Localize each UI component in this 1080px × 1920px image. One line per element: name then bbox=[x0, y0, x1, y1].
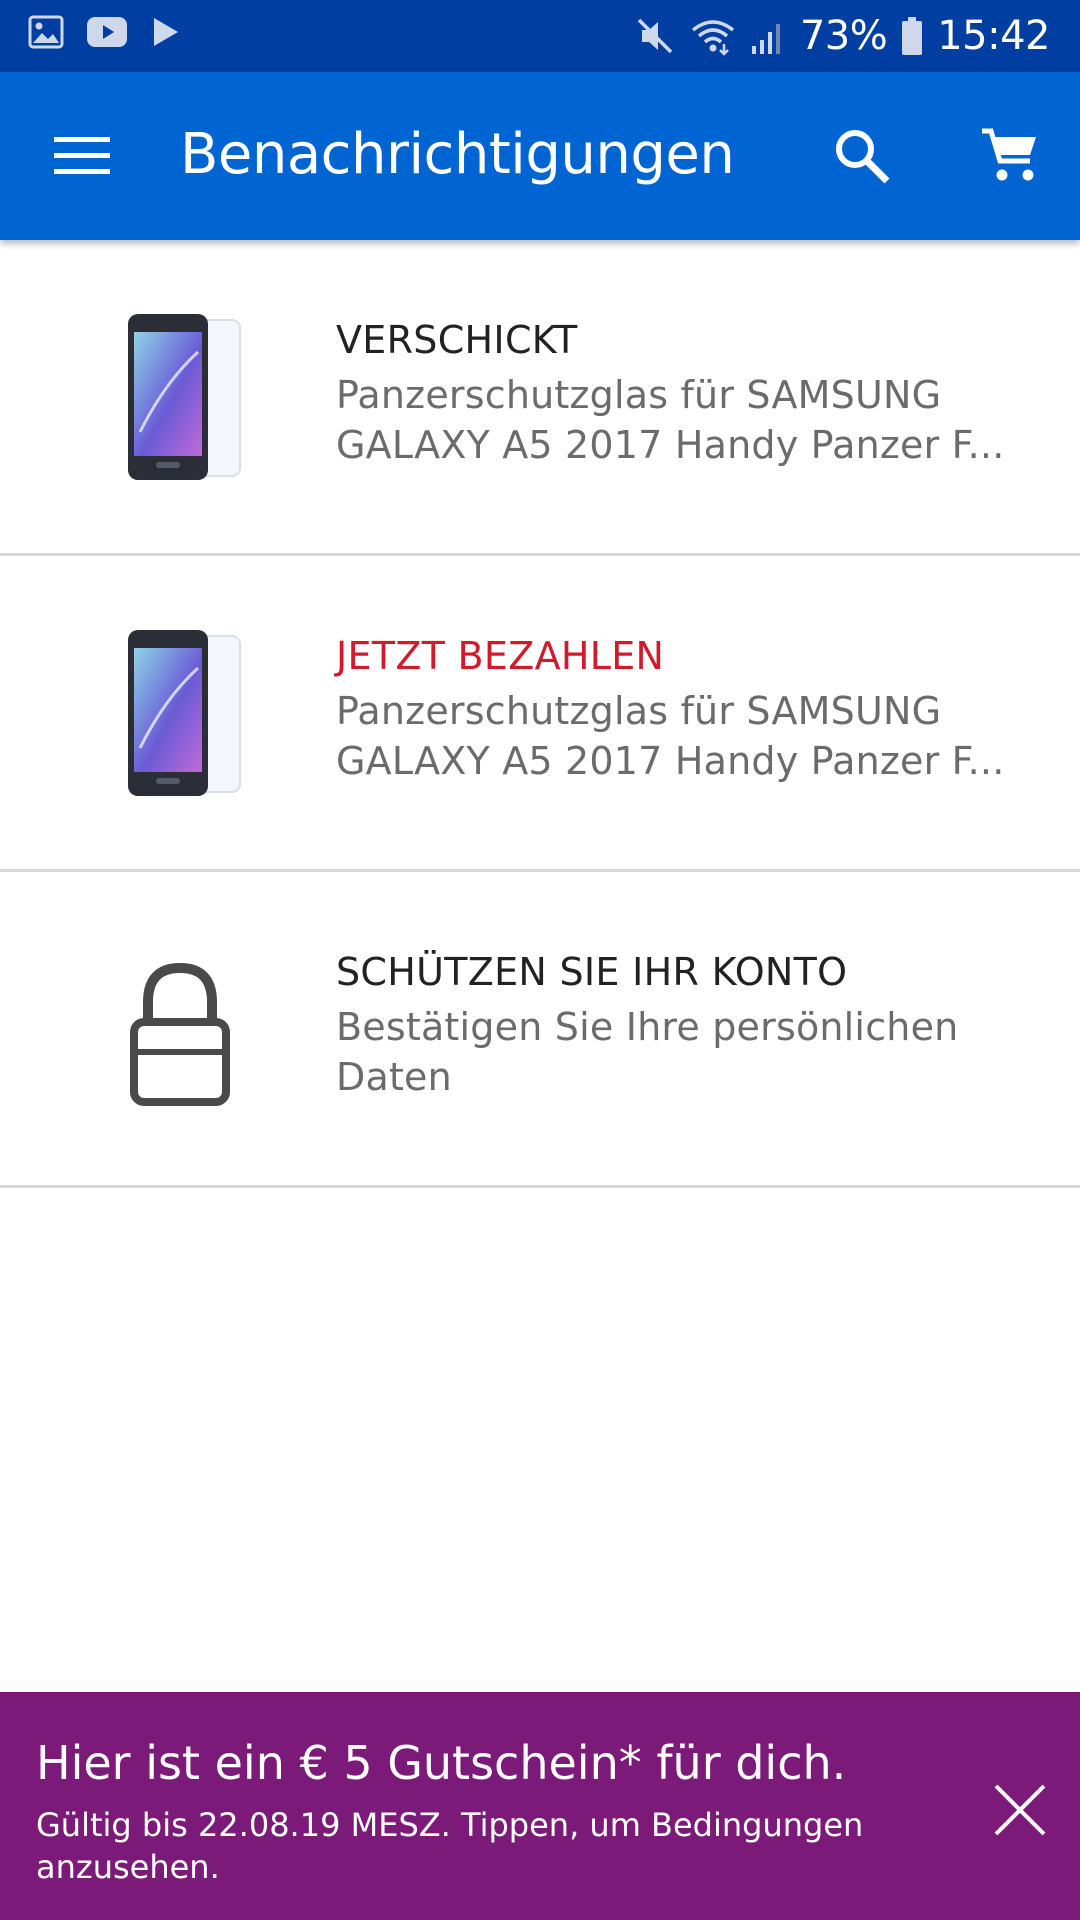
signal-icon bbox=[751, 24, 780, 54]
search-icon bbox=[836, 130, 890, 184]
product-thumbnail bbox=[128, 314, 241, 480]
app-bar: Benachrichtigungen bbox=[0, 72, 1080, 240]
notification-status: SCHÜTZEN SIE IHR KONTO bbox=[336, 950, 848, 994]
banner-title: Hier ist ein € 5 Gutschein* für dich. bbox=[36, 1736, 847, 1790]
notification-text: VERSCHICKT Panzerschutzglas für SAMSUNG … bbox=[336, 318, 1016, 470]
play-store-icon bbox=[154, 18, 178, 46]
notification-text: JETZT BEZAHLEN Panzerschutzglas für SAMS… bbox=[336, 634, 1016, 786]
notification-status: VERSCHICKT bbox=[336, 318, 578, 362]
gallery-icon bbox=[28, 15, 64, 49]
lock-icon bbox=[130, 962, 230, 1106]
notification-description: Panzerschutzglas für SAMSUNG GALAXY A5 2… bbox=[336, 689, 1005, 783]
banner-subtitle: Gültig bis 22.08.19 MESZ. Tippen, um Bed… bbox=[36, 1806, 864, 1886]
search-button[interactable] bbox=[820, 114, 904, 198]
notification-text: SCHÜTZEN SIE IHR KONTO Bestätigen Sie Ih… bbox=[336, 950, 1016, 1102]
battery-icon bbox=[902, 17, 923, 55]
notification-item-pay-now[interactable]: JETZT BEZAHLEN Panzerschutzglas für SAMS… bbox=[0, 556, 1080, 872]
voucher-banner[interactable]: Hier ist ein € 5 Gutschein* für dich. Gü… bbox=[0, 1692, 1080, 1920]
menu-icon bbox=[54, 137, 110, 174]
notification-status: JETZT BEZAHLEN bbox=[336, 634, 665, 678]
close-icon[interactable] bbox=[990, 1780, 1050, 1840]
product-thumbnail bbox=[128, 630, 241, 796]
notification-item-secure-account[interactable]: SCHÜTZEN SIE IHR KONTO Bestätigen Sie Ih… bbox=[0, 872, 1080, 1188]
status-bar-left bbox=[28, 14, 182, 50]
cart-icon bbox=[982, 128, 1036, 181]
cart-button[interactable] bbox=[968, 114, 1052, 198]
menu-button[interactable] bbox=[40, 114, 124, 198]
clock: 15:42 bbox=[937, 13, 1050, 59]
notification-item-shipped[interactable]: VERSCHICKT Panzerschutzglas für SAMSUNG … bbox=[0, 240, 1080, 556]
page-title: Benachrichtigungen bbox=[180, 122, 735, 187]
mute-icon bbox=[637, 18, 673, 54]
status-bar-right: 73% 15:42 bbox=[634, 10, 1050, 62]
status-bar: 73% 15:42 bbox=[0, 0, 1080, 72]
notification-list: VERSCHICKT Panzerschutzglas für SAMSUNG … bbox=[0, 240, 1080, 1188]
notification-description: Bestätigen Sie Ihre persönlichen Daten bbox=[336, 1005, 959, 1099]
wifi-icon bbox=[691, 20, 734, 56]
battery-percentage: 73% bbox=[799, 13, 888, 59]
youtube-icon bbox=[87, 17, 127, 47]
notification-description: Panzerschutzglas für SAMSUNG GALAXY A5 2… bbox=[336, 373, 1005, 467]
